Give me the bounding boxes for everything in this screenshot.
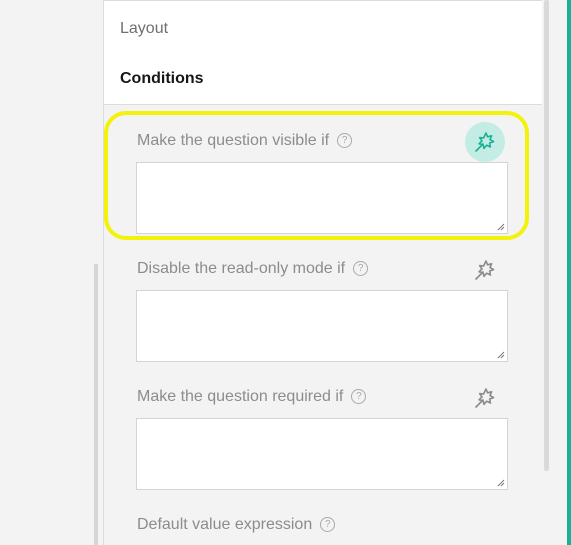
property-grid-panel: Layout Conditions Make the question visi…: [103, 0, 542, 545]
resize-handle-icon[interactable]: [497, 223, 505, 231]
accent-divider: [567, 0, 571, 545]
magic-wand-icon[interactable]: [465, 250, 505, 290]
readonly-if-label-text: Disable the read-only mode if: [137, 260, 346, 277]
panel-scrollbar[interactable]: [544, 0, 549, 471]
required-if-label-text: Make the question required if: [137, 388, 344, 405]
help-icon[interactable]: ?: [337, 133, 353, 149]
visible-if-label: Make the question visible if?: [137, 132, 353, 150]
resize-handle-icon[interactable]: [497, 479, 505, 487]
visible-if-label-text: Make the question visible if: [137, 132, 330, 149]
section-header-conditions[interactable]: Conditions: [104, 54, 542, 105]
section-header-layout-label: Layout: [120, 20, 169, 37]
left-panel-scrollbar[interactable]: [94, 264, 98, 545]
section-header-conditions-label: Conditions: [120, 70, 204, 87]
visible-if-expression-input[interactable]: [136, 162, 508, 234]
required-if-expression-input[interactable]: [136, 418, 508, 490]
help-icon[interactable]: ?: [320, 517, 336, 533]
magic-wand-icon[interactable]: [465, 122, 505, 162]
default-value-expression-label: Default value expression?: [137, 516, 336, 534]
readonly-if-expression-input[interactable]: [136, 290, 508, 362]
readonly-if-label: Disable the read-only mode if?: [137, 260, 369, 278]
resize-handle-icon[interactable]: [497, 351, 505, 359]
required-if-label: Make the question required if?: [137, 388, 367, 406]
section-header-layout[interactable]: Layout: [104, 0, 542, 55]
help-icon[interactable]: ?: [351, 389, 367, 405]
magic-wand-icon[interactable]: [465, 378, 505, 418]
default-value-expression-label-text: Default value expression: [137, 516, 313, 533]
help-icon[interactable]: ?: [353, 261, 369, 277]
